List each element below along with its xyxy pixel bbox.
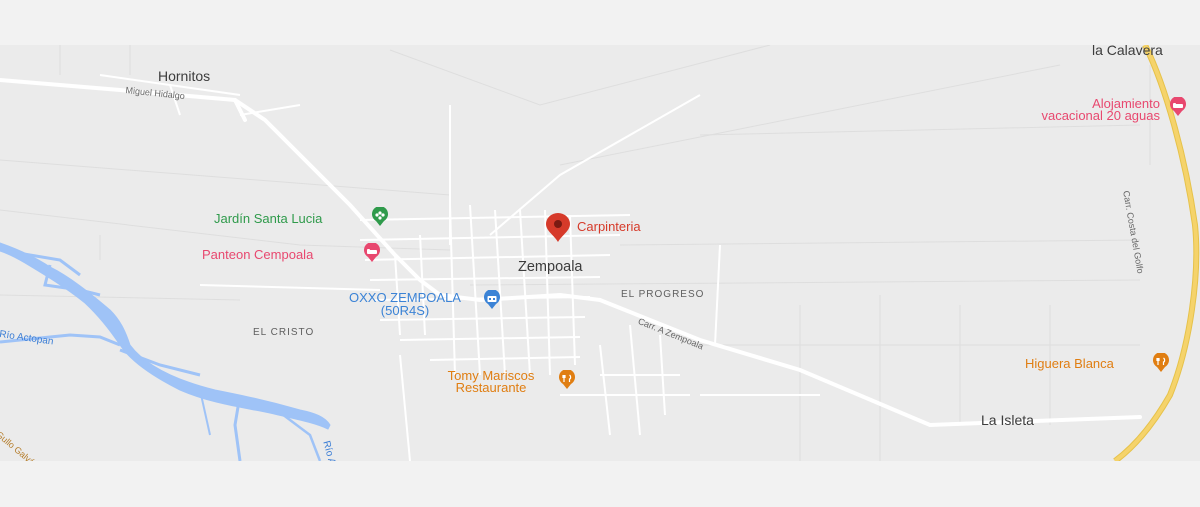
poi-label-panteon-cempoala[interactable]: Panteon Cempoala xyxy=(202,248,313,261)
fork-knife-icon[interactable] xyxy=(557,370,577,390)
map-base-layer xyxy=(0,45,1200,461)
map-canvas[interactable]: Hornitos la Calavera Zempoala La Isleta … xyxy=(0,45,1200,461)
page: Hornitos la Calavera Zempoala La Isleta … xyxy=(0,0,1200,507)
district-label-el-cristo: EL CRISTO xyxy=(253,327,315,338)
place-label-la-isleta[interactable]: La Isleta xyxy=(981,413,1034,427)
poi-oxxo-line2: (50R4S) xyxy=(380,303,430,318)
poi-label-jardin-santa-lucia[interactable]: Jardín Santa Lucia xyxy=(214,212,322,225)
place-label-hornitos[interactable]: Hornitos xyxy=(158,69,210,83)
fork-knife-icon[interactable] xyxy=(1151,353,1171,373)
bed-icon[interactable] xyxy=(1168,97,1188,117)
poi-label-carpinteria[interactable]: Carpinteria xyxy=(577,220,641,233)
poi-label-higuera-blanca[interactable]: Higuera Blanca xyxy=(1025,357,1114,370)
poi-label-alojamiento[interactable]: Alojamiento vacacional 20 aguas xyxy=(1041,97,1160,123)
poi-alojamiento-line2: vacacional 20 aguas xyxy=(1041,108,1160,123)
place-label-la-calavera[interactable]: la Calavera xyxy=(1092,45,1163,57)
poi-label-tomy-mariscos[interactable]: Tomy Mariscos Restaurante xyxy=(428,369,554,395)
tree-icon[interactable] xyxy=(370,207,390,227)
location-pin-icon[interactable] xyxy=(541,213,575,243)
shopping-icon[interactable] xyxy=(482,290,502,310)
place-label-zempoala[interactable]: Zempoala xyxy=(518,260,582,275)
poi-tomy-line2: Restaurante xyxy=(455,380,527,395)
poi-label-oxxo[interactable]: OXXO ZEMPOALA (50R4S) xyxy=(330,291,480,317)
bed-icon[interactable] xyxy=(362,243,382,263)
district-label-el-progreso: EL PROGRESO xyxy=(621,289,705,300)
